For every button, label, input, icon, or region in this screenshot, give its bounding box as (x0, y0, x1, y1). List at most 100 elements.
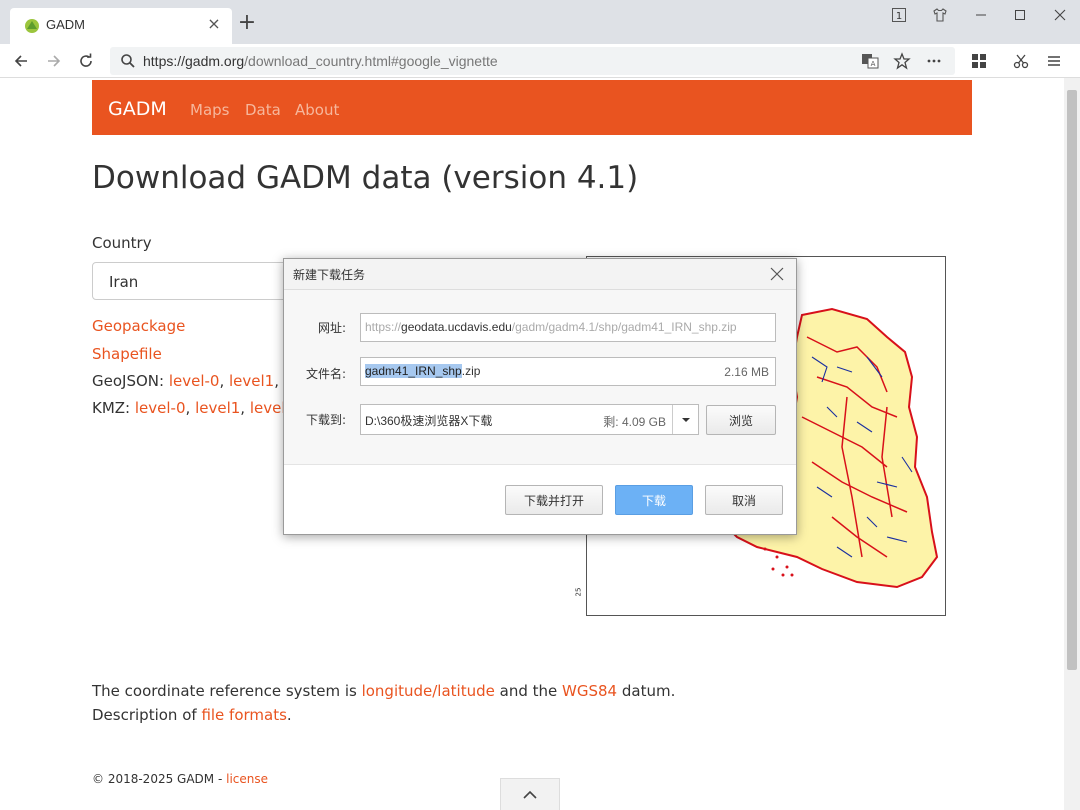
shapefile-link[interactable]: Shapefile (92, 345, 162, 363)
filename-text: gadm41_IRN_shp.zip (365, 364, 480, 378)
url-text: https://gadm.org/download_country.html#g… (143, 53, 498, 69)
download-and-open-button[interactable]: 下载并打开 (505, 485, 603, 515)
separator: , (240, 399, 250, 417)
kmz-label: KMZ: (92, 399, 135, 417)
geojson-line: GeoJSON: level-0, level1, l (92, 372, 288, 390)
window-close-icon (1054, 9, 1066, 21)
geopackage-line: Geopackage (92, 317, 185, 335)
dialog-title: 新建下载任务 (293, 268, 366, 282)
forward-button[interactable] (42, 49, 66, 73)
maximize-button[interactable] (1008, 4, 1032, 26)
site-navbar: GADM Maps Data About (92, 80, 972, 135)
description-line: Description of file formats. (92, 706, 292, 724)
shapefile-line: Shapefile (92, 345, 162, 363)
crs-text: The coordinate reference system is (92, 682, 362, 700)
svg-text:A: A (871, 60, 876, 68)
copyright-text: © 2018-2025 GADM - (92, 772, 227, 786)
crs-text: and the (494, 682, 563, 700)
screenshot-button[interactable] (1009, 49, 1033, 73)
dropdown-arrow-icon (681, 417, 690, 422)
description-text: Description of (92, 706, 202, 724)
filename-selected: gadm41_IRN_shp (365, 364, 462, 378)
scrollbar-thumb[interactable] (1067, 90, 1077, 670)
tab-counter-icon: 1 (892, 8, 906, 22)
geojson-level1-link[interactable]: level1 (229, 372, 274, 390)
translate-button[interactable]: A (861, 52, 879, 70)
file-size: 2.16 MB (724, 365, 769, 379)
save-path-dropdown[interactable] (672, 405, 698, 434)
page-scrollbar[interactable] (1064, 78, 1080, 810)
cancel-button[interactable]: 取消 (705, 485, 783, 515)
nav-brand[interactable]: GADM (108, 98, 167, 120)
tab-counter-text: 1 (896, 11, 902, 22)
save-to-label: 下载到: (306, 413, 347, 427)
maximize-icon (1015, 10, 1025, 20)
browse-button[interactable]: 浏览 (706, 405, 776, 435)
reload-icon (80, 53, 92, 67)
nav-link-data[interactable]: Data (245, 101, 281, 119)
minimize-button[interactable] (969, 4, 993, 26)
url-path: /download_country.html#google_vignette (244, 53, 498, 69)
apps-grid-icon (972, 54, 986, 68)
url-label: 网址: (318, 321, 347, 335)
gadm-favicon-icon (25, 19, 39, 33)
tab-counter-button[interactable]: 1 (887, 4, 911, 26)
reload-button[interactable] (74, 49, 98, 73)
window-close-button[interactable] (1048, 4, 1072, 26)
browser-tab[interactable]: GADM × (10, 8, 232, 44)
kmz-line: KMZ: level-0, level1, level2 (92, 399, 295, 417)
nav-link-maps[interactable]: Maps (190, 101, 229, 119)
wgs84-link[interactable]: WGS84 (562, 682, 617, 700)
country-select[interactable]: Iran (92, 262, 302, 300)
filename-field[interactable]: gadm41_IRN_shp.zip 2.16 MB (360, 357, 776, 386)
crs-text: datum. (617, 682, 676, 700)
back-arrow-icon (14, 55, 27, 67)
scroll-to-top-button[interactable] (500, 778, 560, 810)
more-dots-icon (927, 59, 941, 63)
download-url-text: https://geodata.ucdavis.edu/gadm/gadm4.1… (365, 320, 737, 334)
apps-button[interactable] (967, 49, 991, 73)
description-end: . (286, 706, 292, 724)
kmz-level0-link[interactable]: level-0 (135, 399, 186, 417)
license-link[interactable]: license (226, 772, 268, 786)
dialog-titlebar[interactable]: 新建下载任务 (284, 259, 796, 290)
back-button[interactable] (9, 49, 33, 73)
toolbar: https://gadm.org/download_country.html#g… (0, 44, 1080, 78)
dialog-close-icon[interactable] (770, 267, 784, 281)
nav-link-about[interactable]: About (295, 101, 339, 119)
shirt-icon (933, 8, 947, 22)
tab-close-icon[interactable]: × (204, 14, 224, 33)
crs-line: The coordinate reference system is longi… (92, 682, 675, 700)
free-space: 剩: 4.09 GB (603, 415, 666, 429)
bookmark-button[interactable] (893, 52, 911, 70)
dialog-body: 网址: https://geodata.ucdavis.edu/gadm/gad… (284, 290, 796, 465)
geojson-level0-link[interactable]: level-0 (169, 372, 220, 390)
forward-arrow-icon (48, 55, 61, 67)
country-label: Country (92, 234, 152, 252)
country-select-value: Iran (109, 273, 139, 291)
url-host-text: geodata.ucdavis.edu (401, 320, 512, 334)
kmz-level1-link[interactable]: level1 (195, 399, 240, 417)
geojson-label: GeoJSON: (92, 372, 169, 390)
hamburger-menu-icon (1048, 56, 1060, 66)
menu-button[interactable] (1042, 49, 1066, 73)
download-button[interactable]: 下载 (615, 485, 693, 515)
separator: , (219, 372, 229, 390)
url-prefix: https:// (365, 320, 402, 334)
more-button[interactable] (925, 52, 943, 70)
file-formats-link[interactable]: file formats (201, 706, 286, 724)
new-tab-button[interactable]: + (236, 12, 258, 34)
minimize-icon (976, 14, 986, 16)
separator: , (185, 399, 196, 417)
chevron-up-icon (523, 790, 537, 799)
skin-button[interactable] (928, 4, 952, 26)
address-bar[interactable]: https://gadm.org/download_country.html#g… (110, 47, 955, 75)
longitude-latitude-link[interactable]: longitude/latitude (362, 682, 495, 700)
save-path-field[interactable]: D:\360极速浏览器X下载 剩: 4.09 GB (360, 404, 699, 435)
tab-strip: GADM × + 1 (0, 0, 1080, 44)
map-y-tick: 25 (574, 587, 583, 597)
download-url-field[interactable]: https://geodata.ucdavis.edu/gadm/gadm4.1… (360, 313, 776, 342)
url-path-text: /gadm/gadm4.1/shp/gadm41_IRN_shp.zip (511, 320, 737, 334)
save-path-text: D:\360极速浏览器X下载 (365, 414, 493, 428)
geopackage-link[interactable]: Geopackage (92, 317, 185, 335)
